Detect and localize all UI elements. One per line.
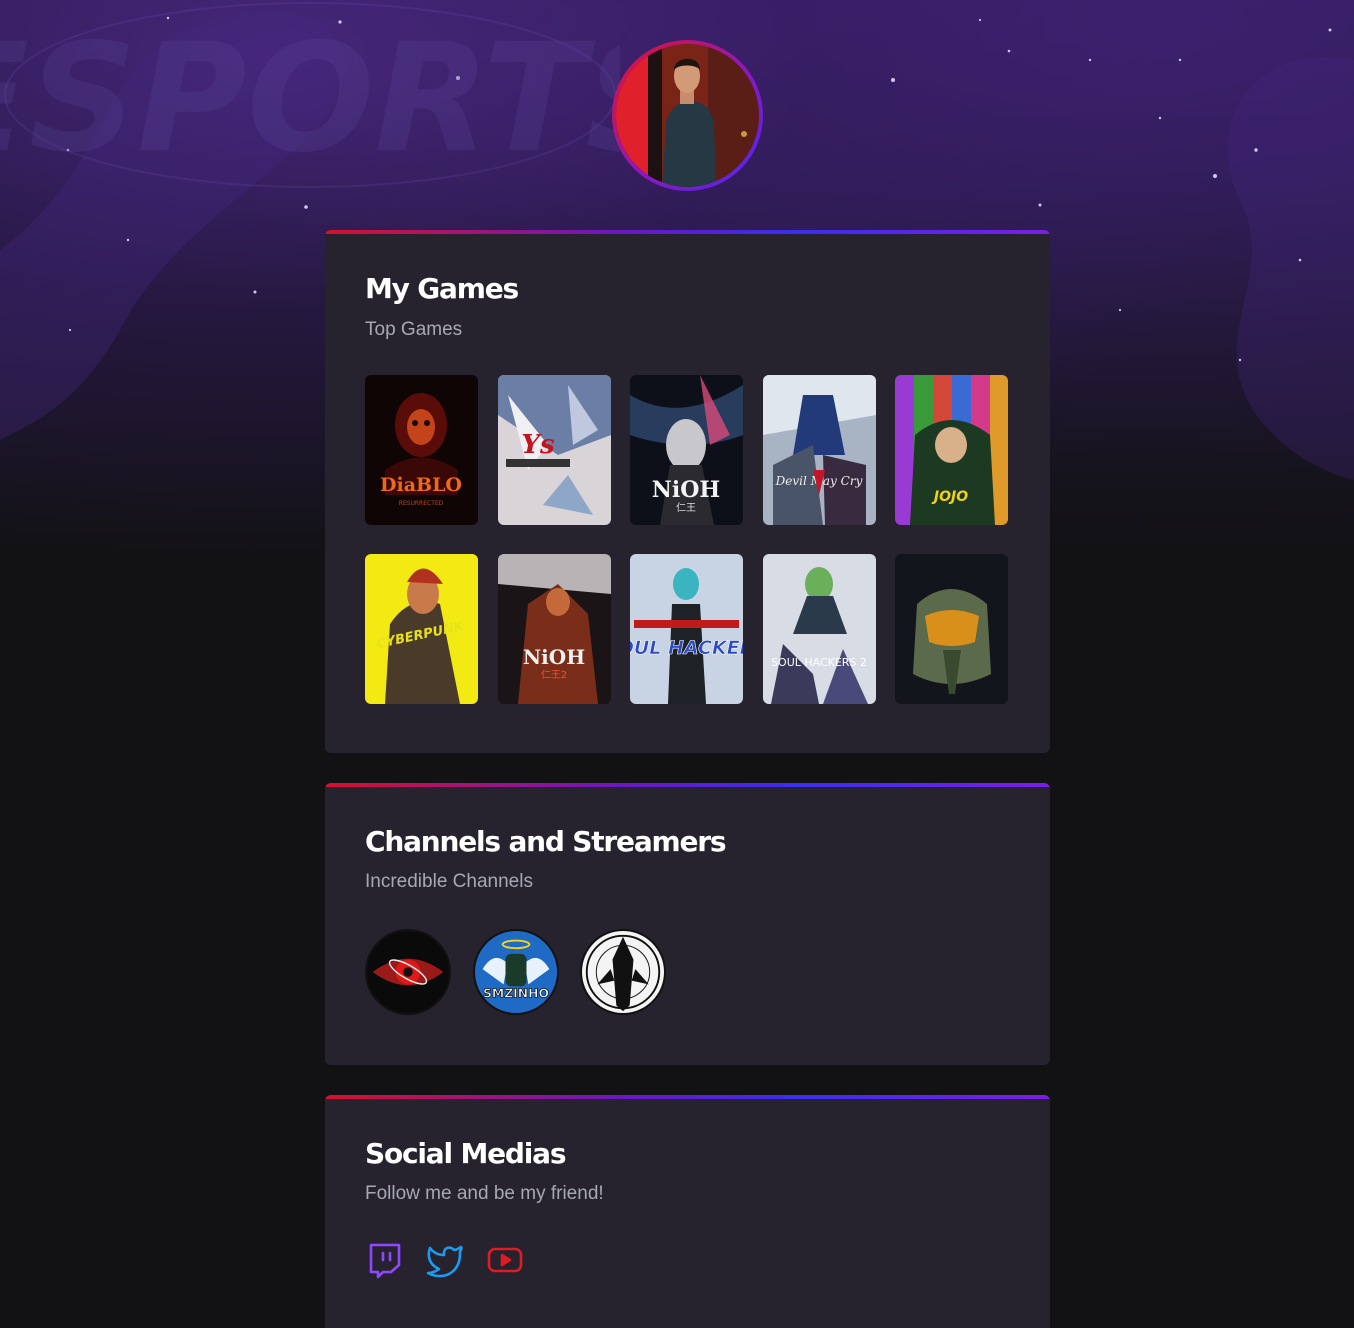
social-subtitle: Follow me and be my friend! xyxy=(365,1183,604,1204)
devil-may-cry-5-cover[interactable]: Devil May Cry xyxy=(763,375,876,525)
svg-text:NiOH: NiOH xyxy=(652,477,720,503)
profile-avatar[interactable] xyxy=(612,40,763,191)
svg-text:JOJO: JOJO xyxy=(931,489,968,505)
nioh-cover[interactable]: NiOH 仁王 xyxy=(630,375,743,525)
jojo-cover[interactable]: JOJO xyxy=(895,375,1008,525)
games-subtitle: Top Games xyxy=(365,319,463,340)
avatar-photo xyxy=(616,44,759,187)
social-title: Social Medias xyxy=(365,1137,566,1170)
cyberpunk-cover[interactable]: CYBERPUNK xyxy=(365,554,478,704)
svg-text:SMZINHO: SMZINHO xyxy=(483,986,549,1001)
games-card: My Games Top Games DiaBLO RESURRECTED Ys xyxy=(325,230,1050,753)
svg-text:ESPORTS: ESPORTS xyxy=(0,12,620,186)
halo-cover[interactable] xyxy=(895,554,1008,704)
svg-text:仁王2: 仁王2 xyxy=(541,669,567,681)
ys-cover[interactable]: Ys xyxy=(498,375,611,525)
diablo-2-cover[interactable]: DiaBLO RESURRECTED xyxy=(365,375,478,525)
red-eye-icon[interactable] xyxy=(365,929,451,1015)
svg-text:SOUL HACKERS 2: SOUL HACKERS 2 xyxy=(771,656,867,669)
channels-subtitle: Incredible Channels xyxy=(365,871,533,892)
svg-text:Ys: Ys xyxy=(521,430,555,460)
youtube-icon[interactable] xyxy=(486,1241,524,1279)
svg-text:DiaBLO: DiaBLO xyxy=(380,474,462,496)
svg-text:SOUL HACKERS: SOUL HACKERS xyxy=(630,637,743,659)
smzinho-icon[interactable]: SMZINHO xyxy=(473,929,559,1015)
channels-card: Channels and Streamers Incredible Channe… xyxy=(325,783,1050,1065)
twitch-icon[interactable] xyxy=(366,1241,404,1279)
soul-hackers-2-cover[interactable]: SOUL HACKERS 2 xyxy=(763,554,876,704)
soul-hackers-cover[interactable]: SOUL HACKERS xyxy=(630,554,743,704)
nioh-2-cover[interactable]: NiOH 仁王2 xyxy=(498,554,611,704)
svg-text:RESURRECTED: RESURRECTED xyxy=(399,500,444,507)
games-title: My Games xyxy=(365,272,519,305)
rune-crest-icon[interactable] xyxy=(580,929,666,1015)
social-card: Social Medias Follow me and be my friend… xyxy=(325,1095,1050,1328)
svg-text:NiOH: NiOH xyxy=(523,645,585,669)
channels-title: Channels and Streamers xyxy=(365,825,727,858)
svg-text:仁王: 仁王 xyxy=(676,502,696,514)
esports-watermark: ESPORTS xyxy=(0,2,620,188)
twitter-icon[interactable] xyxy=(426,1241,464,1279)
